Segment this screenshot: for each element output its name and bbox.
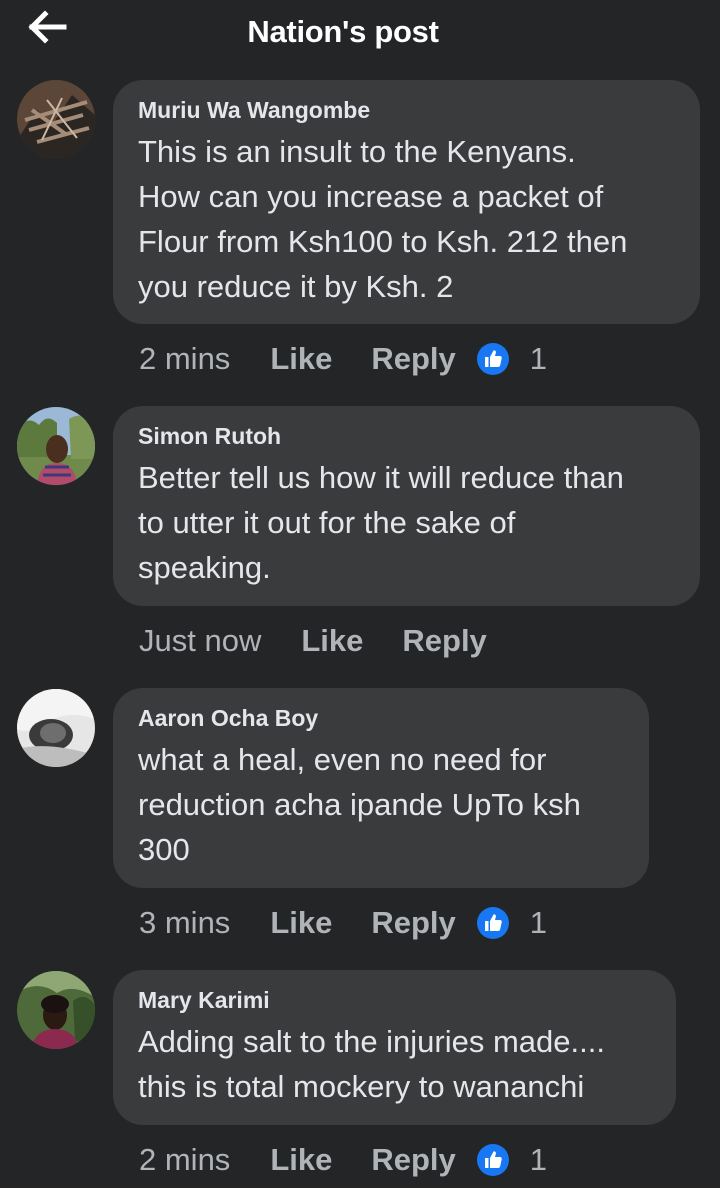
avatar[interactable] <box>17 407 95 485</box>
reaction-count: 1 <box>529 1142 548 1177</box>
page-title: Nation's post <box>247 14 439 49</box>
comment-timestamp: 3 mins <box>139 905 231 940</box>
comment-author[interactable]: Aaron Ocha Boy <box>138 705 318 731</box>
comment-actions: Just now Like Reply <box>139 619 526 663</box>
comment-bubble: Muriu Wa Wangombe This is an insult to t… <box>113 80 700 324</box>
like-button[interactable]: Like <box>270 1142 332 1178</box>
reaction-count: 1 <box>529 341 548 376</box>
reaction-summary[interactable]: 1 <box>476 341 547 377</box>
reaction-count: 1 <box>529 905 548 940</box>
comment-text: Adding salt to the injuries made.... thi… <box>138 1024 605 1104</box>
top-bar: Nation's post <box>0 0 720 64</box>
reply-button[interactable]: Reply <box>371 1142 455 1178</box>
thumbs-up-icon <box>476 906 510 940</box>
reply-button[interactable]: Reply <box>402 623 486 659</box>
comment-text: what a heal, even no need for reduction … <box>138 742 581 867</box>
comment-timestamp: 2 mins <box>139 1142 231 1177</box>
thumbs-up-icon <box>476 342 510 376</box>
avatar[interactable] <box>17 80 95 158</box>
comment-actions: 2 mins Like Reply 1 <box>139 337 547 381</box>
reaction-summary[interactable]: 1 <box>476 1142 547 1178</box>
comment-text: This is an insult to the Kenyans. How ca… <box>138 134 628 304</box>
avatar[interactable] <box>17 971 95 1049</box>
reaction-summary[interactable]: 1 <box>476 905 547 941</box>
avatar[interactable] <box>17 689 95 767</box>
comment-author[interactable]: Mary Karimi <box>138 987 270 1013</box>
reply-button[interactable]: Reply <box>371 905 455 941</box>
comment-bubble: Aaron Ocha Boy what a heal, even no need… <box>113 688 649 888</box>
comment-actions: 2 mins Like Reply 1 <box>139 1138 547 1182</box>
like-button[interactable]: Like <box>301 623 363 659</box>
comment-bubble: Simon Rutoh Better tell us how it will r… <box>113 406 700 606</box>
comment-author[interactable]: Muriu Wa Wangombe <box>138 97 370 123</box>
comment-timestamp: Just now <box>139 623 262 658</box>
comment-text: Better tell us how it will reduce than t… <box>138 460 624 585</box>
thumbs-up-icon <box>476 1143 510 1177</box>
comment-timestamp: 2 mins <box>139 341 231 376</box>
comment-actions: 3 mins Like Reply 1 <box>139 901 547 945</box>
like-button[interactable]: Like <box>270 341 332 377</box>
reply-button[interactable]: Reply <box>371 341 455 377</box>
comment-author[interactable]: Simon Rutoh <box>138 423 281 449</box>
like-button[interactable]: Like <box>270 905 332 941</box>
comment-bubble: Mary Karimi Adding salt to the injuries … <box>113 970 676 1125</box>
